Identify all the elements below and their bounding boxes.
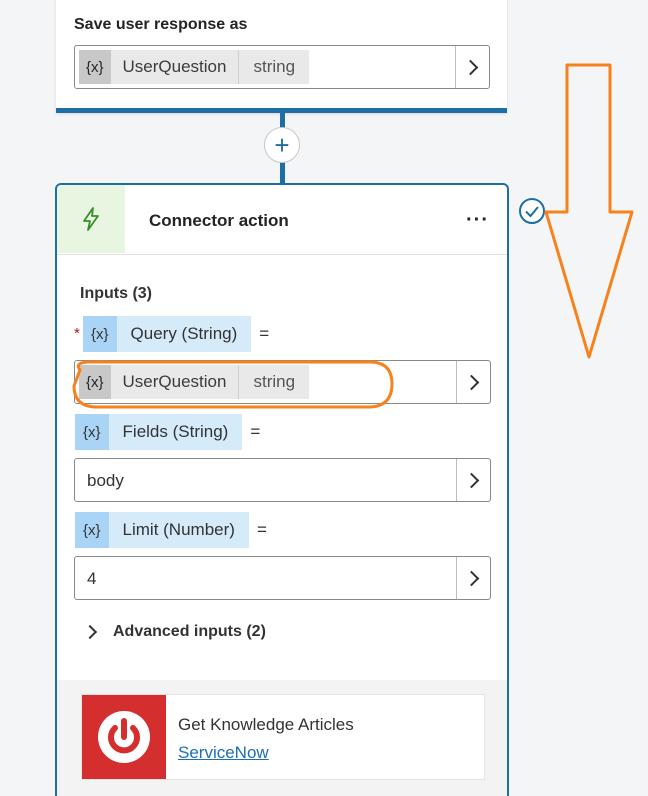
variable-type: string [239, 365, 310, 399]
equals-sign: = [256, 520, 267, 539]
question-node-card: Save user response as {x} UserQuestion s… [56, 0, 507, 113]
variable-prefix: {x} [75, 512, 109, 548]
lightning-bolt-icon [57, 185, 125, 253]
param-label-query: {x} Query (String) = [83, 316, 269, 352]
variable-pill: {x} UserQuestion string [79, 50, 310, 84]
plus-icon: + [274, 130, 290, 160]
action-title: Connector action [149, 211, 289, 230]
chevron-right-icon[interactable] [456, 557, 490, 599]
action-footer: Get Knowledge Articles ServiceNow [57, 680, 507, 796]
inputs-heading: Inputs (3) [80, 285, 152, 302]
variable-name: UserQuestion [110, 365, 240, 399]
service-action-title: Get Knowledge Articles [178, 715, 354, 734]
fields-value-field[interactable]: body [74, 458, 491, 502]
param-name: Limit (Number) [108, 512, 249, 548]
service-card[interactable]: Get Knowledge Articles ServiceNow [81, 694, 485, 780]
chevron-right-icon[interactable] [456, 459, 490, 501]
add-node-button[interactable]: + [264, 127, 300, 163]
variable-prefix: {x} [75, 414, 109, 450]
equals-sign: = [259, 324, 270, 343]
field-value: body [87, 471, 124, 490]
action-header: Connector action ··· [57, 185, 507, 255]
variable-prefix: {x} [83, 316, 117, 352]
variable-pill: {x} UserQuestion string [79, 365, 310, 399]
save-response-variable-field[interactable]: {x} UserQuestion string [74, 45, 490, 89]
save-response-label: Save user response as [74, 16, 248, 33]
advanced-inputs-toggle[interactable]: Advanced inputs (2) [82, 623, 266, 641]
variable-name: UserQuestion [110, 50, 240, 84]
chevron-right-icon[interactable] [455, 46, 489, 88]
param-label-fields: {x} Fields (String) = [75, 414, 260, 450]
advanced-inputs-label: Advanced inputs (2) [113, 623, 266, 640]
variable-prefix: {x} [79, 50, 111, 84]
param-name: Query (String) [116, 316, 252, 352]
variable-type: string [239, 50, 310, 84]
field-value: 4 [87, 569, 97, 588]
query-value-field[interactable]: {x} UserQuestion string [74, 360, 491, 404]
ellipsis-icon[interactable]: ··· [466, 209, 489, 232]
down-arrow-annotation [544, 63, 634, 359]
connector-action-card[interactable]: Connector action ··· Inputs (3) * {x} Qu… [55, 183, 509, 796]
checkmark-circle-icon [519, 198, 545, 224]
required-marker: * [74, 325, 80, 342]
chevron-right-icon[interactable] [456, 361, 490, 403]
servicenow-link[interactable]: ServiceNow [178, 743, 269, 763]
param-label-limit: {x} Limit (Number) = [75, 512, 267, 548]
chevron-right-icon [82, 624, 98, 640]
power-icon [82, 695, 166, 779]
equals-sign: = [250, 422, 261, 441]
limit-value-field[interactable]: 4 [74, 556, 491, 600]
variable-prefix: {x} [79, 365, 111, 399]
param-name: Fields (String) [108, 414, 243, 450]
